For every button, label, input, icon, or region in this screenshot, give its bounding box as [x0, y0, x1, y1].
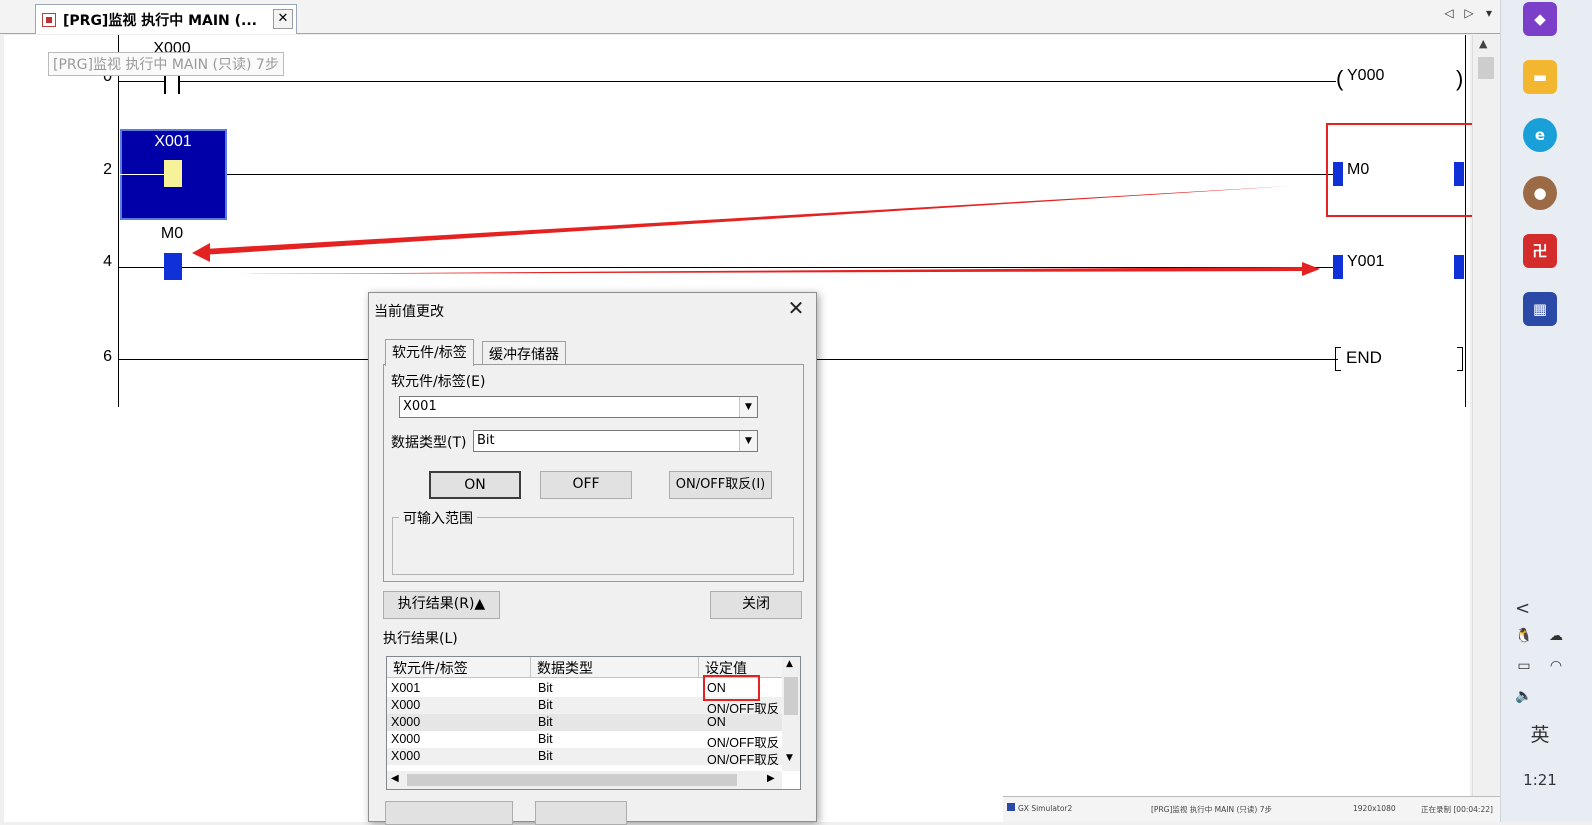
- battery-icon[interactable]: ▭: [1513, 658, 1535, 674]
- annotation-highlight-box: [703, 675, 760, 701]
- scroll-thumb[interactable]: [407, 774, 737, 786]
- table-cell: Bit: [538, 749, 553, 763]
- tab-list-dropdown-icon[interactable]: ▾: [1481, 6, 1497, 20]
- close-tab-icon[interactable]: ✕: [273, 9, 293, 29]
- end-bracket-left: [1335, 347, 1341, 371]
- column-header-device[interactable]: 软元件/标签: [387, 657, 531, 678]
- step-number: 6: [103, 348, 112, 365]
- active-window-title[interactable]: [PRG]监视 执行中 MAIN (只读) 7步: [1151, 804, 1272, 815]
- chevron-up-icon[interactable]: ▲: [786, 659, 793, 669]
- execution-results-toggle-button[interactable]: 执行结果(R)▲: [383, 591, 500, 619]
- end-bracket-right: [1457, 347, 1463, 371]
- annotation-arrow-head: [1302, 262, 1320, 276]
- table-vertical-scrollbar[interactable]: ▲ ▼: [782, 657, 800, 771]
- table-cell: Bit: [538, 732, 553, 746]
- document-tab[interactable]: [PRG]监视 执行中 MAIN (... ✕: [35, 4, 297, 34]
- clock[interactable]: 1:21: [1515, 771, 1565, 789]
- tab-scroll-right-icon[interactable]: ▷: [1461, 6, 1477, 20]
- table-cell: ON: [707, 715, 726, 729]
- annotation-arrow-shaft: [201, 186, 1290, 255]
- input-range-group: 可输入范围: [392, 508, 794, 575]
- tab-buffer-memory[interactable]: 缓冲存储器: [482, 341, 566, 365]
- chevron-down-icon[interactable]: ▼: [739, 431, 757, 451]
- chevron-left-icon[interactable]: ◀: [391, 773, 399, 784]
- datatype-combobox-value: Bit: [477, 433, 495, 448]
- close-button[interactable]: 关闭: [710, 591, 802, 619]
- chevron-down-icon[interactable]: ▼: [786, 753, 793, 763]
- scroll-thumb[interactable]: [1478, 57, 1494, 79]
- visual-studio-icon[interactable]: ◆: [1523, 2, 1557, 36]
- partial-button[interactable]: [385, 801, 513, 825]
- bottom-window-strip: GX Simulator2 [PRG]监视 执行中 MAIN (只读) 7步 1…: [1003, 796, 1500, 822]
- table-cell: X000: [391, 732, 421, 746]
- vertical-taskbar: ◆ ▬ e ● 卍 ▦ < 🐧 ☁ ▭ ◠ 🔈 英 1:21: [1500, 0, 1592, 822]
- table-row[interactable]: X000 Bit ON/OFF取反: [387, 731, 782, 750]
- datatype-combobox[interactable]: Bit ▼: [473, 430, 758, 452]
- column-header-datatype[interactable]: 数据类型: [531, 657, 699, 678]
- dialog-close-icon[interactable]: ✕: [783, 297, 809, 321]
- table-cell: Bit: [538, 698, 553, 712]
- table-cell: X000: [391, 698, 421, 712]
- show-hidden-icons[interactable]: <: [1515, 598, 1530, 619]
- end-instruction-label: END: [1346, 348, 1382, 367]
- edge-browser-icon[interactable]: e: [1523, 118, 1557, 152]
- table-row[interactable]: X000 Bit ON/OFF取反: [387, 748, 782, 767]
- scroll-thumb[interactable]: [784, 677, 798, 715]
- simulator-app-icon: [1007, 803, 1015, 811]
- file-explorer-icon[interactable]: ▬: [1523, 60, 1557, 94]
- current-value-change-dialog: 当前值更改 ✕ 软元件/标签 缓冲存储器 软元件/标签(E) X001 ▼ 数据…: [368, 292, 817, 825]
- editor-tooltip: [PRG]监视 执行中 MAIN (只读) 7步: [48, 52, 284, 76]
- table-cell: X000: [391, 715, 421, 729]
- resolution-label: 1920x1080: [1353, 804, 1396, 813]
- game-app-icon[interactable]: ●: [1523, 176, 1557, 210]
- document-tab-strip: [PRG]监视 执行中 MAIN (... ✕ ◁ ▷ ▾: [0, 0, 1500, 34]
- device-combobox-value: X001: [403, 399, 437, 414]
- toggle-on-off-button[interactable]: ON/OFF取反(I): [669, 471, 772, 499]
- off-button[interactable]: OFF: [540, 471, 632, 499]
- ladder-program-icon: [42, 13, 56, 27]
- cloud-icon[interactable]: ☁: [1545, 628, 1567, 644]
- volume-icon[interactable]: 🔈: [1513, 688, 1535, 704]
- dialog-title: 当前值更改: [374, 304, 444, 320]
- table-cell: Bit: [538, 715, 553, 729]
- table-horizontal-scrollbar[interactable]: ◀ ▶: [387, 771, 782, 789]
- ime-indicator[interactable]: 英: [1515, 720, 1565, 747]
- table-row[interactable]: X000 Bit ON: [387, 714, 782, 731]
- device-tab-panel: 软元件/标签(E) X001 ▼ 数据类型(T) Bit ▼ ON OFF ON…: [383, 364, 804, 582]
- simulator-app-icon[interactable]: ▦: [1523, 292, 1557, 326]
- scroll-up-icon[interactable]: ▲: [1479, 37, 1487, 50]
- table-cell: ON/OFF取反: [707, 753, 780, 767]
- partial-button[interactable]: [535, 801, 627, 825]
- execution-results-table[interactable]: 软元件/标签 数据类型 设定值 X001 Bit ON X000 Bit ON/…: [386, 656, 801, 790]
- table-cell: X001: [391, 681, 421, 695]
- tab-scroll-left-icon[interactable]: ◁: [1441, 6, 1457, 20]
- editor-vertical-scrollbar[interactable]: ▲: [1472, 35, 1498, 822]
- chevron-down-icon[interactable]: ▼: [739, 397, 757, 417]
- table-cell: X000: [391, 749, 421, 763]
- datatype-field-label: 数据类型(T): [391, 435, 467, 451]
- annotation-arrow-shaft: [243, 267, 1302, 274]
- device-field-label: 软元件/标签(E): [391, 374, 486, 390]
- execution-results-label: 执行结果(L): [383, 631, 458, 647]
- device-combobox[interactable]: X001 ▼: [399, 396, 758, 418]
- wifi-icon[interactable]: ◠: [1545, 658, 1567, 674]
- annotation-arrow-head: [192, 243, 210, 262]
- qq-icon[interactable]: 🐧: [1513, 628, 1535, 644]
- chevron-right-icon[interactable]: ▶: [767, 773, 775, 784]
- input-range-label: 可输入范围: [399, 508, 477, 528]
- simulator-window-title[interactable]: GX Simulator2: [1018, 804, 1072, 813]
- recording-status: 正在录制 [00:04:22]: [1421, 805, 1493, 814]
- plc-app-icon[interactable]: 卍: [1523, 234, 1557, 268]
- table-cell: Bit: [538, 681, 553, 695]
- document-tab-title: [PRG]监视 执行中 MAIN (...: [63, 13, 257, 29]
- on-button[interactable]: ON: [429, 471, 521, 499]
- tab-device-label[interactable]: 软元件/标签: [385, 339, 474, 366]
